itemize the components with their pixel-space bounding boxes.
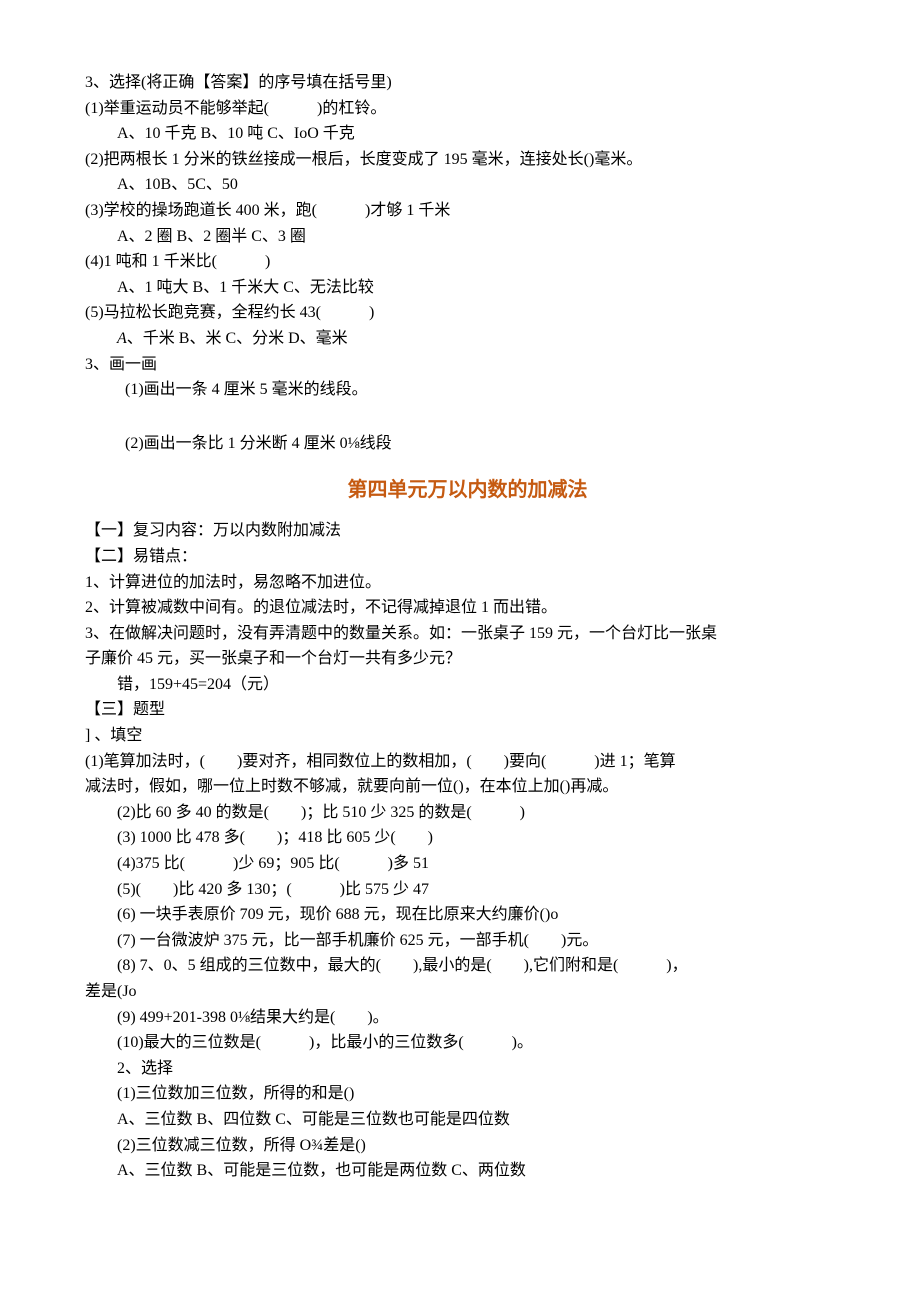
q3-2: (2)把两根长 1 分米的铁丝接成一根后，长度变成了 195 毫米，连接处长()… [85,147,850,173]
section-title: 第四单元万以内数的加减法 [85,474,850,506]
choice-1: (1)三位数加三位数，所得的和是() [85,1081,850,1107]
q3-title: 3、选择(将正确【答案】的序号填在括号里) [85,70,850,96]
q3-4: (4)1 吨和 1 千米比( ) [85,249,850,275]
fill-2: (2)比 60 多 40 的数是( )；比 510 少 325 的数是( ) [85,800,850,826]
error-points-title: 【二】易错点： [85,544,850,570]
fill-blank-title: ] 、填空 [85,723,850,749]
q3b-2: (2)画出一条比 1 分米断 4 厘米 0⅛线段 [85,431,850,457]
fill-8b: 差是(Jo [85,979,850,1005]
fill-8a: (8) 7、0、5 组成的三位数中，最大的( ),最小的是( ),它们附和是( … [85,953,850,979]
error-1: 1、计算进位的加法时，易忽略不加进位。 [85,570,850,596]
q3-5-opts: A、千米 B、米 C、分米 D、毫米 [85,326,850,352]
fill-3: (3) 1000 比 478 多( )；418 比 605 少( ) [85,825,850,851]
fill-1a: (1)笔算加法时，( )要对齐，相同数位上的数相加，( )要向( )进 1；笔算 [85,749,850,775]
q3-1: (1)举重运动员不能够举起( )的杠铃。 [85,96,850,122]
q3-5-opt-a: A [117,330,127,347]
error-3a: 3、在做解决问题时，没有弄清题中的数量关系。如：一张桌子 159 元，一个台灯比… [85,621,850,647]
fill-7: (7) 一台微波炉 375 元，比一部手机廉价 625 元，一部手机( )元。 [85,928,850,954]
fill-4: (4)375 比( )少 69；905 比( )多 51 [85,851,850,877]
q3-5-opts-rest: 、千米 B、米 C、分米 D、毫米 [127,330,348,347]
q3-3: (3)学校的操场跑道长 400 米，跑( )才够 1 千米 [85,198,850,224]
question-types-title: 【三】题型 [85,697,850,723]
fill-10: (10)最大的三位数是( )，比最小的三位数多( )。 [85,1030,850,1056]
review-content: 【一】复习内容：万以内数附加减法 [85,518,850,544]
q3-3-opts: A、2 圈 B、2 圈半 C、3 圈 [85,224,850,250]
q3b-1: (1)画出一条 4 厘米 5 毫米的线段。 [85,377,850,403]
choice-1-opts: A、三位数 B、四位数 C、可能是三位数也可能是四位数 [85,1107,850,1133]
error-2: 2、计算被减数中间有。的退位减法时，不记得减掉退位 1 而出错。 [85,595,850,621]
fill-1b: 减法时，假如，哪一位上时数不够减，就要向前一位()，在本位上加()再减。 [85,774,850,800]
choice-2: (2)三位数减三位数，所得 O¾差是() [85,1133,850,1159]
q3-5: (5)马拉松长跑竞赛，全程约长 43( ) [85,300,850,326]
fill-6: (6) 一块手表原价 709 元，现价 688 元，现在比原来大约廉价()o [85,902,850,928]
fill-9: (9) 499+201-398 0⅛结果大约是( )。 [85,1005,850,1031]
q3b-title: 3、画一画 [85,352,850,378]
error-3b: 子廉价 45 元，买一张桌子和一个台灯一共有多少元？ [85,646,850,672]
q3-4-opts: A、1 吨大 B、1 千米大 C、无法比较 [85,275,850,301]
q3-2-opts: A、10B、5C、50 [85,172,850,198]
choice-2-opts: A、三位数 B、可能是三位数，也可能是两位数 C、两位数 [85,1158,850,1184]
choice-title: 2、选择 [85,1056,850,1082]
fill-5: (5)( )比 420 多 130；( )比 575 少 47 [85,877,850,903]
error-3c: 错，159+45=204（元） [85,672,850,698]
q3-1-opts: A、10 千克 B、10 吨 C、IoO 千克 [85,121,850,147]
blank-line [85,413,850,431]
